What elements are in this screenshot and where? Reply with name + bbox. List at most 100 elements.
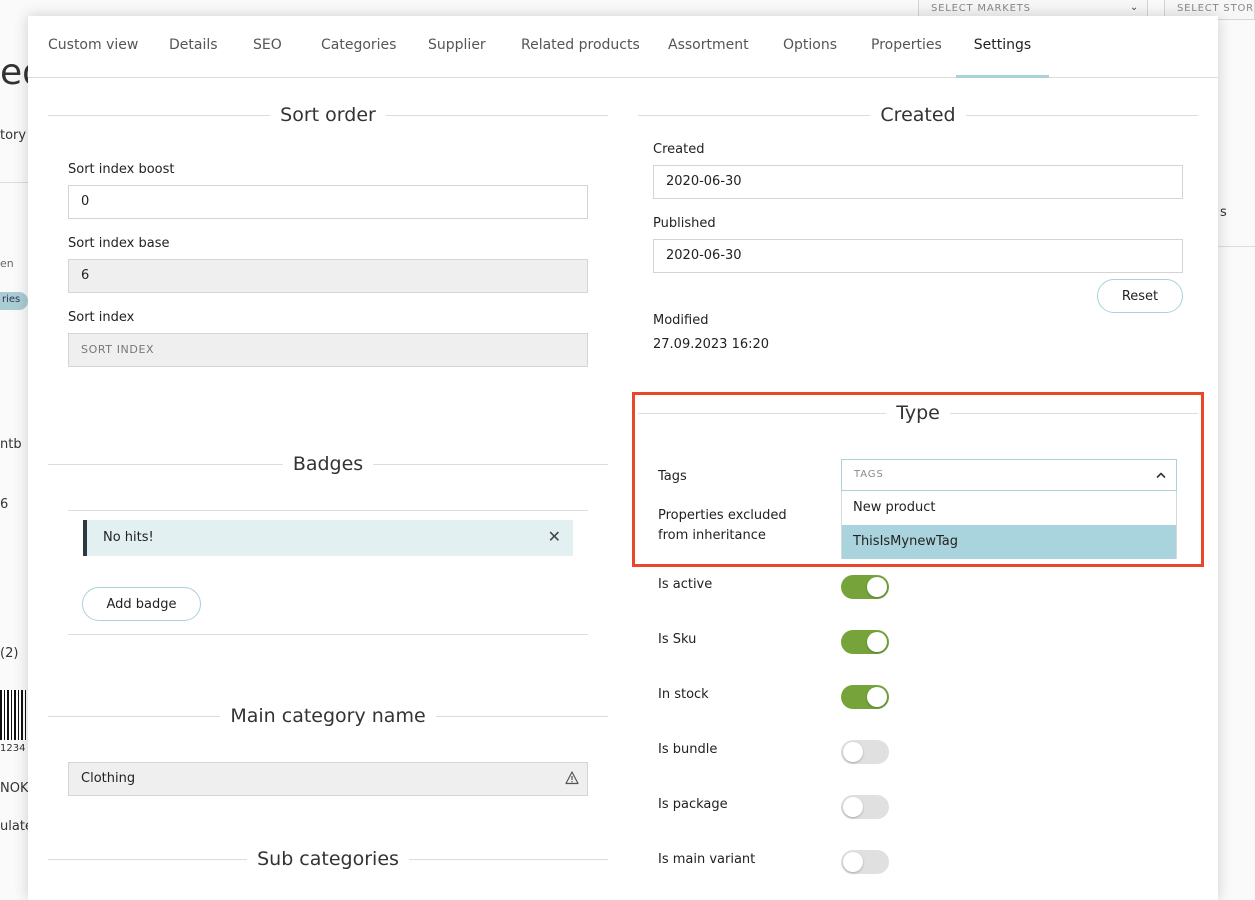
excluded-properties-label-line1: Properties excluded: [658, 508, 787, 523]
bg-text-fragment: s: [1220, 205, 1227, 220]
heading-rule: [48, 463, 283, 465]
bg-badge: ries: [0, 292, 28, 310]
alert-message: No hits!: [103, 530, 154, 545]
chevron-down-icon: ⌄: [1129, 2, 1139, 13]
warning-icon: [565, 771, 579, 785]
heading-rule: [638, 114, 871, 116]
heading-rule: [373, 463, 609, 465]
published-date-input[interactable]: 2020-06-30: [653, 239, 1183, 273]
heading-rule: [385, 114, 608, 116]
sort-index-boost-input[interactable]: 0: [68, 185, 588, 219]
reset-button[interactable]: Reset: [1097, 279, 1183, 313]
tab-details[interactable]: Details: [169, 16, 218, 78]
sort-order-heading: Sort order: [48, 103, 608, 127]
sub-categories-heading: Sub categories: [48, 847, 609, 871]
bg-divider: [1218, 246, 1255, 247]
select-markets-label: SELECT MARKETS: [931, 3, 1031, 14]
modified-value: 27.09.2023 16:20: [653, 337, 770, 352]
bg-text-fragment: NOK: [0, 781, 29, 796]
toggle-knob: [867, 632, 887, 652]
main-category-heading: Main category name: [48, 704, 609, 728]
toggle-knob: [867, 687, 887, 707]
in-stock-toggle[interactable]: [841, 685, 889, 709]
product-edit-modal: Custom view Details SEO Categories Suppl…: [28, 16, 1218, 900]
created-date-value: 2020-06-30: [666, 174, 742, 189]
tab-custom-view[interactable]: Custom view: [48, 16, 138, 78]
is-active-toggle[interactable]: [841, 575, 889, 599]
add-badge-button[interactable]: Add badge: [82, 587, 201, 621]
toggle-label-is-bundle: Is bundle: [658, 742, 718, 757]
main-category-title: Main category name: [230, 705, 426, 727]
tags-label: Tags: [658, 469, 687, 484]
modified-label: Modified: [653, 313, 709, 328]
heading-rule: [435, 715, 609, 717]
sub-categories-title: Sub categories: [257, 848, 399, 870]
select-store-label: SELECT STOR: [1177, 3, 1254, 14]
tab-seo[interactable]: SEO: [253, 16, 282, 78]
toggle-label-in-stock: In stock: [658, 687, 709, 702]
tab-related-products[interactable]: Related products: [521, 16, 640, 78]
is-main-variant-toggle[interactable]: [841, 850, 889, 874]
tab-assortment[interactable]: Assortment: [668, 16, 749, 78]
tab-bar: Custom view Details SEO Categories Suppl…: [28, 16, 1218, 78]
toggle-label-is-active: Is active: [658, 577, 713, 592]
toggle-knob: [843, 742, 863, 762]
tab-settings[interactable]: Settings: [956, 16, 1049, 78]
published-date-value: 2020-06-30: [666, 248, 742, 263]
barcode-image: [0, 690, 28, 740]
tags-select[interactable]: TAGS: [841, 459, 1177, 491]
sort-index-input: SORT INDEX: [68, 333, 588, 367]
is-sku-toggle[interactable]: [841, 630, 889, 654]
toggle-knob: [867, 577, 887, 597]
tags-placeholder: TAGS: [854, 469, 884, 480]
tab-categories[interactable]: Categories: [321, 16, 396, 78]
tab-properties[interactable]: Properties: [871, 16, 942, 78]
tag-option-new-product[interactable]: New product: [842, 491, 1176, 525]
toggle-knob: [843, 797, 863, 817]
main-category-input: Clothing: [68, 762, 588, 796]
heading-rule: [638, 412, 887, 414]
badges-title: Badges: [292, 453, 364, 475]
chevron-up-icon[interactable]: [1154, 468, 1168, 482]
heading-rule: [965, 114, 1199, 116]
bg-badge-label: ries: [2, 294, 21, 305]
toggle-knob: [843, 852, 863, 872]
sort-index-base-label: Sort index base: [68, 236, 170, 251]
bg-text-fragment: tory: [0, 128, 27, 143]
type-heading: Type: [638, 401, 1199, 425]
bg-text-fragment: 1234: [0, 743, 26, 754]
toggle-label-is-main-variant: Is main variant: [658, 852, 756, 867]
sort-order-title: Sort order: [280, 104, 376, 126]
sort-index-placeholder: SORT INDEX: [81, 343, 155, 356]
created-date-input[interactable]: 2020-06-30: [653, 165, 1183, 199]
created-label: Created: [653, 142, 705, 157]
heading-rule: [408, 858, 609, 860]
bg-text-fragment: en: [0, 257, 14, 270]
heading-rule: [48, 858, 248, 860]
bg-text-fragment: ntb: [0, 437, 22, 452]
is-bundle-toggle[interactable]: [841, 740, 889, 764]
heading-rule: [48, 114, 271, 116]
main-category-value: Clothing: [81, 771, 136, 786]
bg-text-fragment: (2): [0, 646, 19, 661]
is-package-toggle[interactable]: [841, 795, 889, 819]
close-icon[interactable]: ✕: [548, 527, 561, 546]
created-title: Created: [880, 104, 956, 126]
tab-supplier[interactable]: Supplier: [428, 16, 486, 78]
badges-divider: [68, 634, 588, 635]
published-label: Published: [653, 216, 716, 231]
badges-divider: [68, 510, 588, 511]
badges-heading: Badges: [48, 452, 609, 476]
sort-index-label: Sort index: [68, 310, 135, 325]
heading-rule: [949, 412, 1199, 414]
type-title: Type: [896, 402, 940, 424]
no-hits-alert: No hits! ✕: [83, 520, 573, 556]
sort-index-boost-label: Sort index boost: [68, 162, 175, 177]
bg-divider: [0, 182, 28, 183]
tag-option-thisismynewtag[interactable]: ThisIsMynewTag: [842, 525, 1176, 559]
created-heading: Created: [638, 103, 1199, 127]
excluded-properties-label-line2: from inheritance: [658, 528, 766, 543]
tab-options[interactable]: Options: [783, 16, 837, 78]
bg-text-fragment: 6: [0, 497, 9, 512]
toggle-label-is-sku: Is Sku: [658, 632, 697, 647]
